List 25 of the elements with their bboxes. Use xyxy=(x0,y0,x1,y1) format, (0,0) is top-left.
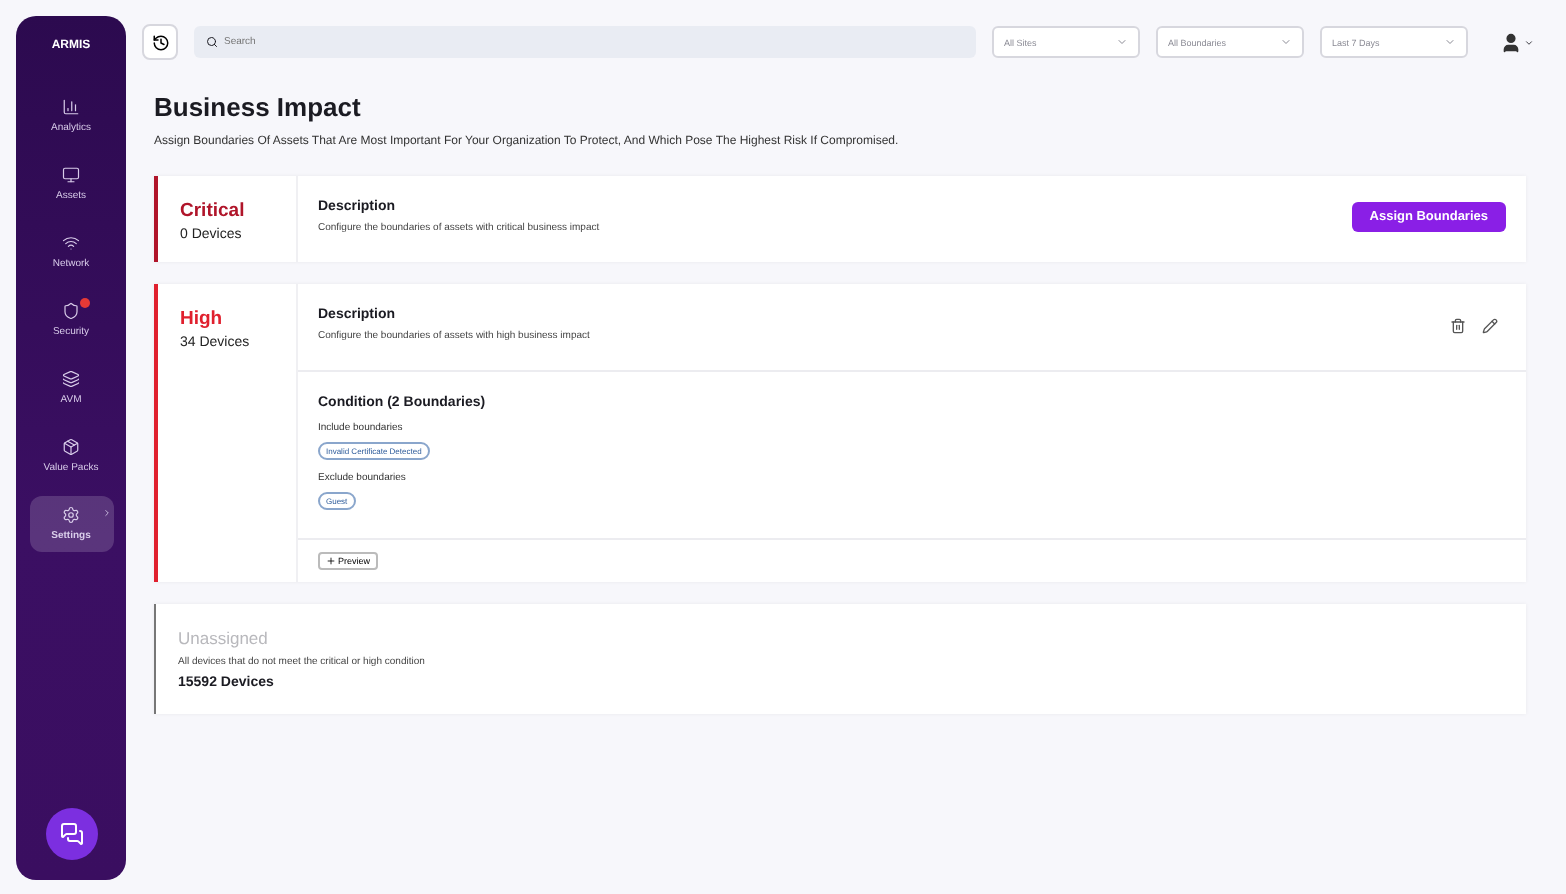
chevron-icon xyxy=(101,508,111,518)
history-icon xyxy=(151,33,169,51)
shield-icon xyxy=(62,302,80,320)
chevron-down-icon xyxy=(1524,37,1534,47)
severity-label: Unassigned xyxy=(178,628,270,648)
chevron-down-icon xyxy=(1444,36,1456,48)
search-icon xyxy=(206,36,218,48)
history-button[interactable] xyxy=(142,24,178,60)
layers-icon xyxy=(62,370,80,388)
chevron-down-icon xyxy=(1116,36,1128,48)
chat-icon xyxy=(59,822,83,846)
plus-icon xyxy=(326,556,336,566)
user-menu[interactable] xyxy=(1500,31,1534,53)
chat-button[interactable] xyxy=(45,808,97,860)
monitor-icon xyxy=(62,166,80,184)
page-title: Business Impact xyxy=(154,92,363,122)
chart-icon xyxy=(62,98,80,116)
alert-dot xyxy=(79,298,89,308)
package-icon xyxy=(62,438,80,456)
severity-label: Critical xyxy=(180,200,247,222)
chevron-down-icon xyxy=(1280,36,1292,48)
severity-label: High xyxy=(180,308,225,330)
wifi-icon xyxy=(62,234,80,252)
gear-icon xyxy=(62,506,80,524)
user-avatar-icon xyxy=(1500,31,1522,53)
